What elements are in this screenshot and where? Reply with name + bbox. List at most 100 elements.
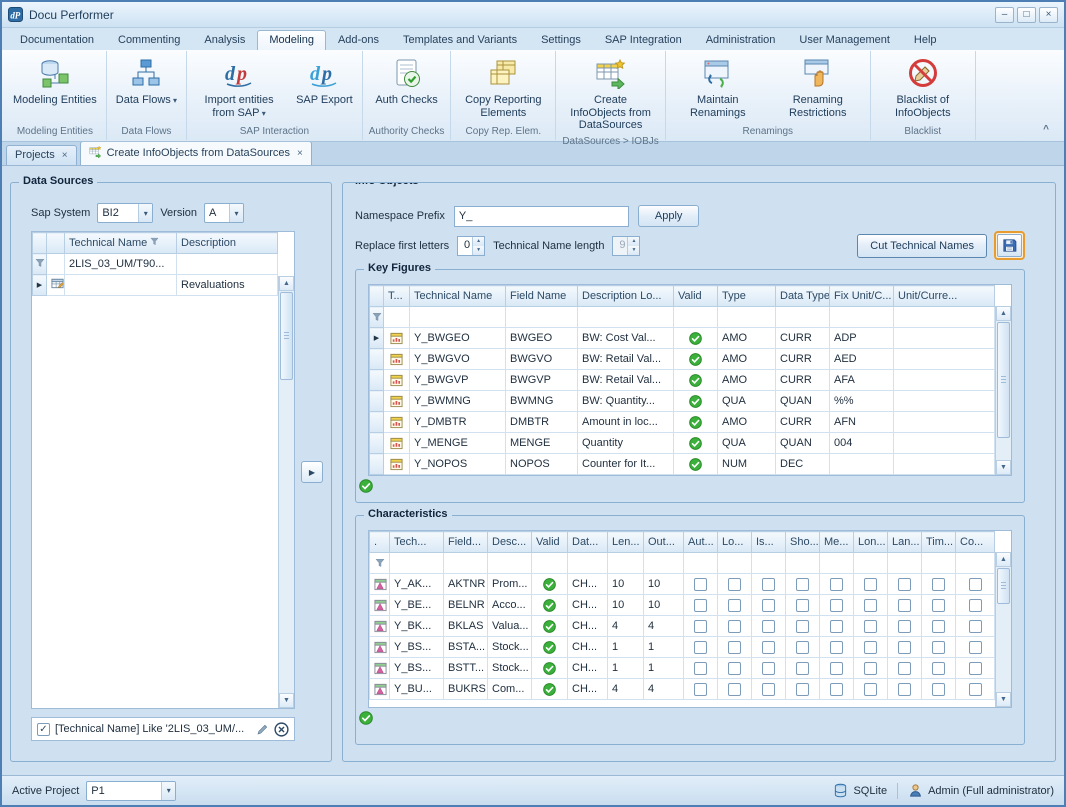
close-tab-icon[interactable]: × <box>297 148 303 159</box>
unit-cell[interactable] <box>894 433 995 454</box>
scrollbar-thumb[interactable] <box>280 292 293 380</box>
flag-checkbox[interactable] <box>932 662 945 675</box>
output-length-cell[interactable]: 4 <box>644 616 684 637</box>
technical-name-cell[interactable]: Y_BU... <box>390 679 444 700</box>
fix-unit-cell[interactable]: %% <box>830 391 894 412</box>
menu-tab-templates-and-variants[interactable]: Templates and Variants <box>391 30 529 50</box>
unit-cell[interactable] <box>894 391 995 412</box>
flag-checkbox[interactable] <box>864 578 877 591</box>
characteristic-row[interactable]: Y_BS...BSTT...Stock...CH...11 <box>370 658 995 679</box>
document-tab-create-infoobjects-from-datasources[interactable]: Create InfoObjects from DataSources× <box>80 141 312 165</box>
flag-checkbox[interactable] <box>694 662 707 675</box>
flag-checkbox[interactable] <box>694 683 707 696</box>
output-length-cell[interactable]: 1 <box>644 637 684 658</box>
data-type-cell[interactable]: DEC <box>776 454 830 475</box>
length-cell[interactable]: 1 <box>608 658 644 679</box>
type-cell[interactable]: QUA <box>718 433 776 454</box>
characteristics-column-lon[interactable]: Lon... <box>854 532 888 553</box>
chevron-down-icon[interactable]: ▾ <box>138 204 152 222</box>
valid-cell[interactable] <box>532 658 568 679</box>
type-cell[interactable]: AMO <box>718 328 776 349</box>
characteristic-row[interactable]: Y_BE...BELNRAcco...CH...1010 <box>370 595 995 616</box>
ribbon-button-create-infoobjects-from-datasources[interactable]: Create InfoObjects from DataSources <box>562 53 660 134</box>
field-name-cell[interactable]: BWGEO <box>506 328 578 349</box>
data-type-cell[interactable]: CH... <box>568 616 608 637</box>
technical-name-cell[interactable]: Y_BWMNG <box>410 391 506 412</box>
ribbon-button-import-entities-from-sap[interactable]: dpImport entities from SAP ▾ <box>190 53 288 121</box>
edit-filter-icon[interactable] <box>256 723 269 736</box>
flag-checkbox[interactable] <box>830 599 843 612</box>
characteristics-column-tim[interactable]: Tim... <box>922 532 956 553</box>
ribbon-button-renaming-restrictions[interactable]: Renaming Restrictions <box>769 53 867 121</box>
characteristics-filter-row[interactable] <box>370 553 995 574</box>
data-type-cell[interactable]: CURR <box>776 412 830 433</box>
replace-first-letters-spinner[interactable]: 0 ▲▼ <box>457 236 485 256</box>
data-sources-scrollbar[interactable]: ▲ ▼ <box>278 276 294 708</box>
characteristics-column-lo[interactable]: Lo... <box>718 532 752 553</box>
field-name-cell[interactable]: MENGE <box>506 433 578 454</box>
key-figures-scrollbar[interactable]: ▲ ▼ <box>995 306 1011 475</box>
menu-tab-sap-integration[interactable]: SAP Integration <box>593 30 694 50</box>
flag-checkbox[interactable] <box>898 683 911 696</box>
flag-checkbox[interactable] <box>796 641 809 654</box>
data-type-cell[interactable]: QUAN <box>776 433 830 454</box>
ribbon-button-auth-checks[interactable]: Auth Checks <box>369 53 443 109</box>
description-cell[interactable]: Stock... <box>488 637 532 658</box>
filter-enabled-checkbox[interactable] <box>37 723 50 736</box>
flag-checkbox[interactable] <box>932 578 945 591</box>
chevron-down-icon[interactable]: ▾ <box>161 782 175 800</box>
ribbon-button-copy-reporting-elements[interactable]: Copy Reporting Elements <box>454 53 552 121</box>
valid-cell[interactable] <box>674 433 718 454</box>
characteristics-column-aut[interactable]: Aut... <box>684 532 718 553</box>
fix-unit-cell[interactable]: AFA <box>830 370 894 391</box>
valid-cell[interactable] <box>674 349 718 370</box>
unit-cell[interactable] <box>894 349 995 370</box>
field-name-cell[interactable]: BWGVO <box>506 349 578 370</box>
flag-checkbox[interactable] <box>762 578 775 591</box>
technical-name-cell[interactable]: Y_MENGE <box>410 433 506 454</box>
flag-checkbox[interactable] <box>694 641 707 654</box>
version-select[interactable]: A ▾ <box>204 203 244 223</box>
output-length-cell[interactable]: 10 <box>644 595 684 616</box>
flag-checkbox[interactable] <box>796 620 809 633</box>
valid-cell[interactable] <box>532 595 568 616</box>
flag-checkbox[interactable] <box>796 599 809 612</box>
flag-checkbox[interactable] <box>932 620 945 633</box>
flag-checkbox[interactable] <box>864 683 877 696</box>
description-cell[interactable]: Com... <box>488 679 532 700</box>
field-name-cell[interactable]: NOPOS <box>506 454 578 475</box>
flag-checkbox[interactable] <box>898 620 911 633</box>
description-column-header[interactable]: Description <box>177 233 278 254</box>
ribbon-button-data-flows[interactable]: Data Flows ▾ <box>110 53 183 109</box>
flag-checkbox[interactable] <box>728 578 741 591</box>
scroll-up-icon[interactable]: ▲ <box>996 552 1011 567</box>
characteristics-column-lan[interactable]: Lan... <box>888 532 922 553</box>
key-figure-row[interactable]: Y_BWMNGBWMNGBW: Quantity...QUAQUAN%% <box>370 391 995 412</box>
technical-name-filter-input[interactable]: 2LIS_03_UM/T90... <box>65 254 177 275</box>
type-cell[interactable]: AMO <box>718 349 776 370</box>
fix-unit-cell[interactable]: AED <box>830 349 894 370</box>
flag-checkbox[interactable] <box>830 641 843 654</box>
namespace-prefix-input[interactable] <box>454 206 629 227</box>
key-figures-column-description-lo[interactable]: Description Lo... <box>578 286 674 307</box>
flag-checkbox[interactable] <box>932 683 945 696</box>
description-cell[interactable]: Prom... <box>488 574 532 595</box>
ribbon-button-maintain-renamings[interactable]: Maintain Renamings <box>669 53 767 121</box>
ribbon-button-modeling-entities[interactable]: Modeling Entities <box>7 53 103 109</box>
menu-tab-modeling[interactable]: Modeling <box>257 30 326 50</box>
unit-cell[interactable] <box>894 370 995 391</box>
characteristic-row[interactable]: Y_BS...BSTA...Stock...CH...11 <box>370 637 995 658</box>
output-length-cell[interactable]: 10 <box>644 574 684 595</box>
technical-name-column-header[interactable]: Technical Name <box>65 233 177 254</box>
scroll-up-icon[interactable]: ▲ <box>279 276 294 291</box>
minimize-button[interactable]: – <box>995 7 1014 23</box>
valid-cell[interactable] <box>532 616 568 637</box>
characteristics-column-field[interactable]: Field... <box>444 532 488 553</box>
technical-name-cell[interactable]: Y_BK... <box>390 616 444 637</box>
flag-checkbox[interactable] <box>864 662 877 675</box>
valid-cell[interactable] <box>532 574 568 595</box>
flag-checkbox[interactable] <box>898 641 911 654</box>
fix-unit-cell[interactable]: AFN <box>830 412 894 433</box>
characteristics-column-dat[interactable]: Dat... <box>568 532 608 553</box>
characteristic-row[interactable]: Y_BK...BKLASValua...CH...44 <box>370 616 995 637</box>
